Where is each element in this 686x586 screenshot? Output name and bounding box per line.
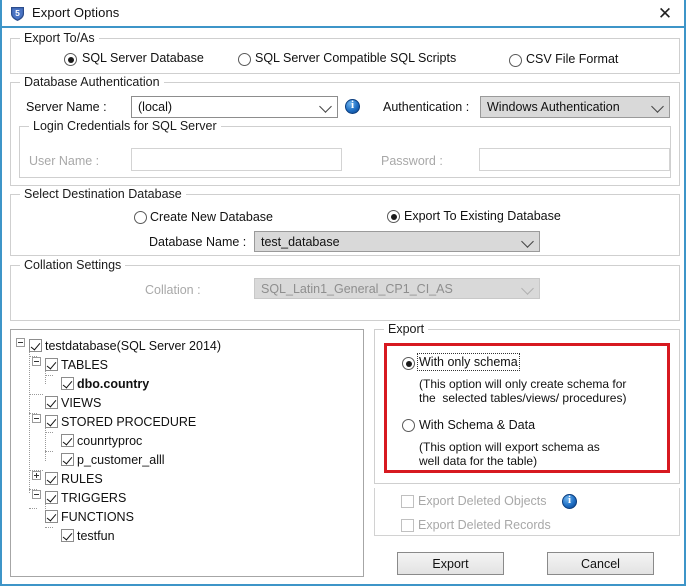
chevron-down-icon xyxy=(319,100,332,113)
label-sql-server-database: SQL Server Database xyxy=(82,51,204,65)
tree-expander-tables[interactable] xyxy=(32,357,41,366)
tree-expander-stored-procedure[interactable] xyxy=(32,414,41,423)
desc-with-schema-and-data: (This option will export schema as well … xyxy=(419,440,600,468)
database-name-value: test_database xyxy=(261,234,340,249)
user-name-label: User Name : xyxy=(29,154,100,168)
tree-connector xyxy=(45,375,53,376)
chevron-down-icon xyxy=(521,281,534,295)
radio-create-new-database[interactable] xyxy=(134,211,147,224)
export-options-dialog: 5 Export Options ✕ Export To/As SQL Serv… xyxy=(0,0,686,586)
radio-with-only-schema[interactable] xyxy=(402,357,415,370)
server-name-info-icon[interactable] xyxy=(345,99,360,114)
radio-export-existing-database[interactable] xyxy=(387,210,400,223)
tree-node-label: testdatabase(SQL Server 2014) xyxy=(45,339,222,353)
tree-checkbox[interactable] xyxy=(45,510,58,523)
tree-checkbox[interactable] xyxy=(29,339,42,352)
authentication-combo[interactable]: Windows Authentication xyxy=(480,96,670,118)
export-button[interactable]: Export xyxy=(397,552,504,575)
tree-node-label: FUNCTIONS xyxy=(61,510,134,524)
tree-node-label: RULES xyxy=(61,472,103,486)
tree-node-label: STORED PROCEDURE xyxy=(61,415,197,429)
cancel-button[interactable]: Cancel xyxy=(547,552,654,575)
export-group-legend: Export xyxy=(384,322,429,336)
database-name-label: Database Name : xyxy=(149,235,247,249)
tree-node-label: testfun xyxy=(77,529,115,543)
checkbox-export-deleted-records[interactable] xyxy=(401,519,414,532)
password-field[interactable] xyxy=(479,148,670,171)
tree-checkbox[interactable] xyxy=(45,396,58,409)
tree-checkbox[interactable] xyxy=(45,472,58,485)
tree-connector xyxy=(45,432,53,433)
tree-node-label: counrtyproc xyxy=(77,434,143,448)
object-tree-view[interactable]: testdatabase(SQL Server 2014) TABLES dbo… xyxy=(10,329,364,577)
tree-node-label: VIEWS xyxy=(61,396,102,410)
tree-checkbox[interactable] xyxy=(45,358,58,371)
label-csv-file-format: CSV File Format xyxy=(526,52,619,66)
collation-value: SQL_Latin1_General_CP1_CI_AS xyxy=(261,281,453,296)
tree-node-label: TRIGGERS xyxy=(61,491,127,505)
deleted-objects-info-icon[interactable] xyxy=(562,494,577,509)
password-label: Password : xyxy=(381,154,443,168)
export-to-as-legend: Export To/As xyxy=(20,31,99,45)
tree-node-label: dbo.country xyxy=(77,377,150,391)
label-with-schema-and-data: With Schema & Data xyxy=(419,418,536,432)
tree-expander-triggers[interactable] xyxy=(32,471,41,480)
authentication-label: Authentication : xyxy=(383,100,470,114)
destination-database-legend: Select Destination Database xyxy=(20,187,186,201)
tree-connector xyxy=(29,508,37,509)
radio-sql-server-database[interactable] xyxy=(64,53,77,66)
tree-checkbox[interactable] xyxy=(61,434,74,447)
tree-expander-functions[interactable] xyxy=(32,490,41,499)
collation-label: Collation : xyxy=(145,283,201,297)
shield-icon: 5 xyxy=(11,7,24,21)
label-export-deleted-objects: Export Deleted Objects xyxy=(418,494,547,508)
tree-connector xyxy=(45,527,53,528)
desc-with-only-schema: (This option will only create schema for… xyxy=(419,377,627,405)
database-name-combo[interactable]: test_database xyxy=(254,231,540,252)
chevron-down-icon xyxy=(651,100,664,113)
tree-checkbox[interactable] xyxy=(45,415,58,428)
svg-text:5: 5 xyxy=(15,8,20,18)
radio-csv-file-format[interactable] xyxy=(509,54,522,67)
tree-node-label: p_customer_alll xyxy=(77,453,165,467)
tree-connector xyxy=(45,451,53,452)
window-title: Export Options xyxy=(32,5,120,20)
close-icon[interactable]: ✕ xyxy=(652,2,678,26)
chevron-down-icon xyxy=(521,234,534,248)
collation-combo: SQL_Latin1_General_CP1_CI_AS xyxy=(254,278,540,299)
tree-checkbox[interactable] xyxy=(45,491,58,504)
radio-sql-scripts[interactable] xyxy=(238,53,251,66)
server-name-label: Server Name : xyxy=(26,100,107,114)
login-credentials-legend: Login Credentials for SQL Server xyxy=(29,119,221,133)
database-authentication-legend: Database Authentication xyxy=(20,75,164,89)
server-name-value: (local) xyxy=(138,100,173,114)
tree-node-label: TABLES xyxy=(61,358,109,372)
title-bar: 5 Export Options ✕ xyxy=(2,0,684,28)
label-sql-scripts: SQL Server Compatible SQL Scripts xyxy=(255,51,457,65)
label-create-new-database: Create New Database xyxy=(150,210,273,224)
label-export-deleted-records: Export Deleted Records xyxy=(418,518,551,532)
label-with-only-schema: With only schema xyxy=(417,353,520,371)
tree-checkbox[interactable] xyxy=(61,377,74,390)
tree-connector xyxy=(45,423,46,461)
server-name-combo[interactable]: (local) xyxy=(131,96,338,118)
tree-connector xyxy=(29,394,43,395)
radio-with-schema-and-data[interactable] xyxy=(402,419,415,432)
authentication-value: Windows Authentication xyxy=(487,100,620,114)
tree-checkbox[interactable] xyxy=(61,529,74,542)
tree-checkbox[interactable] xyxy=(61,453,74,466)
collation-settings-legend: Collation Settings xyxy=(20,258,126,272)
label-export-existing-database: Export To Existing Database xyxy=(404,209,561,223)
tree-connector xyxy=(29,347,30,493)
user-name-field[interactable] xyxy=(131,148,342,171)
checkbox-export-deleted-objects[interactable] xyxy=(401,495,414,508)
tree-expander-root[interactable] xyxy=(16,338,25,347)
